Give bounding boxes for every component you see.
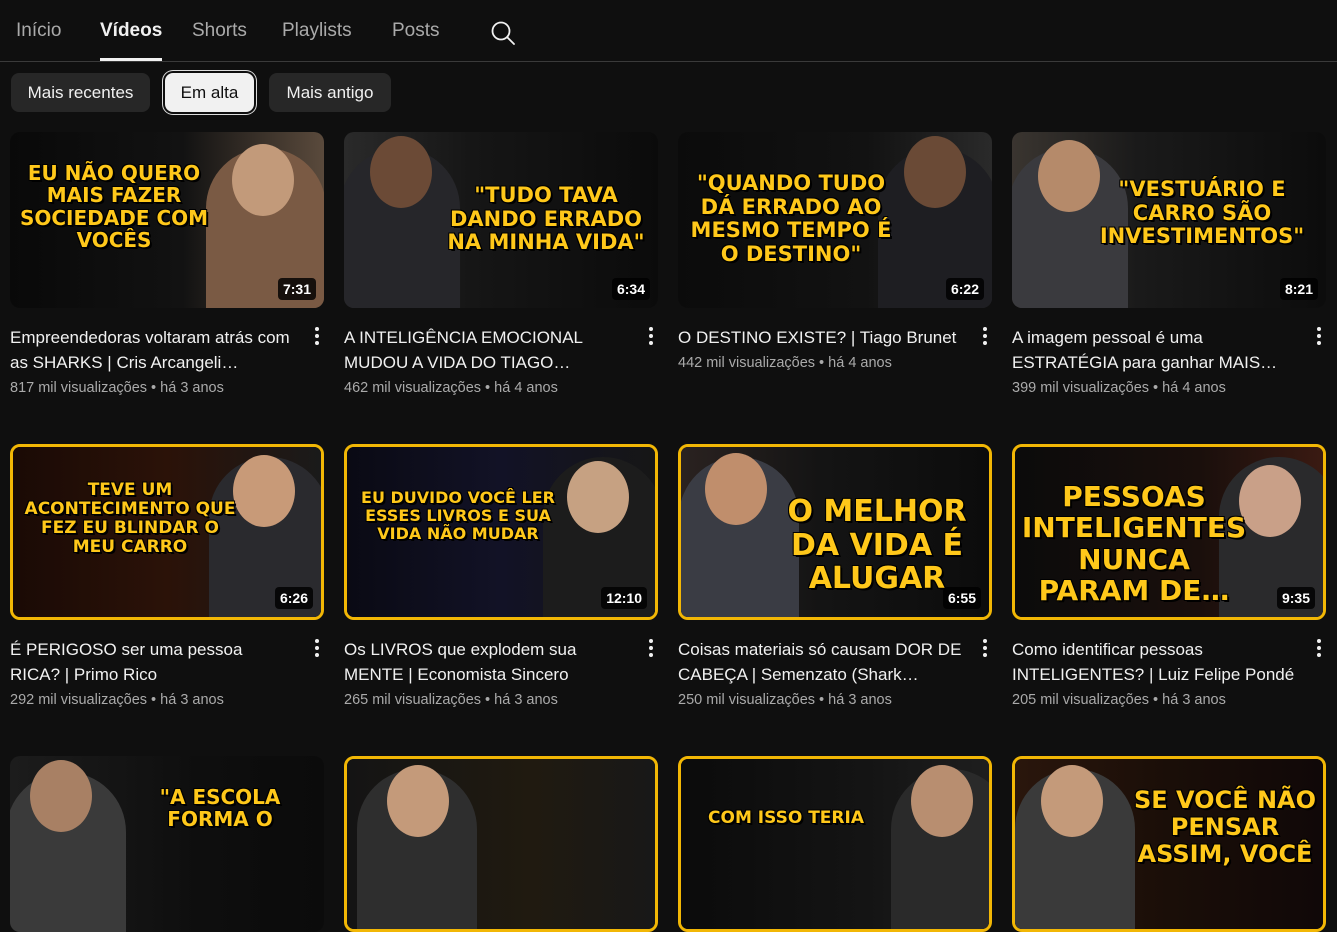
video-thumbnail[interactable]: PESSOAS INTELIGENTES NUNCA PARAM DE… 9:3…: [1012, 444, 1326, 620]
video-card[interactable]: [344, 756, 658, 932]
video-stats: 817 mil visualizações • há 3 anos: [10, 380, 224, 396]
thumbnail-caption: O MELHOR DA VIDA É ALUGAR: [787, 494, 967, 597]
video-thumbnail[interactable]: O MELHOR DA VIDA É ALUGAR 6:55: [678, 444, 992, 620]
video-card[interactable]: COM ISSO TERIA: [678, 756, 992, 932]
video-card[interactable]: "VESTUÁRIO E CARRO SÃO INVESTIMENTOS" 8:…: [1012, 132, 1326, 396]
view-count: 817 mil visualizações: [10, 380, 148, 396]
thumbnail-caption: EU DUVIDO VOCÊ LER ESSES LIVROS E SUA VI…: [361, 488, 555, 543]
active-tab-indicator: [100, 58, 162, 61]
video-thumbnail[interactable]: "VESTUÁRIO E CARRO SÃO INVESTIMENTOS" 8:…: [1012, 132, 1326, 308]
video-duration: 9:35: [1276, 587, 1315, 609]
filter-mais-recentes[interactable]: Mais recentes: [11, 73, 150, 112]
video-stats: 292 mil visualizações • há 3 anos: [10, 692, 224, 708]
video-title[interactable]: Empreendedoras voltaram atrás com as SHA…: [10, 325, 296, 375]
video-duration: 6:55: [942, 587, 981, 609]
video-stats: 462 mil visualizações • há 4 anos: [344, 380, 558, 396]
view-count: 292 mil visualizações: [10, 692, 148, 708]
video-stats: 250 mil visualizações • há 3 anos: [678, 692, 892, 708]
more-vert-icon[interactable]: [644, 325, 658, 349]
upload-age: há 3 anos: [494, 692, 558, 708]
thumbnail-caption: "QUANDO TUDO DÁ ERRADO AO MESMO TEMPO É …: [690, 171, 892, 266]
upload-age: há 3 anos: [160, 692, 224, 708]
video-title[interactable]: Coisas materiais só causam DOR DE CABEÇA…: [678, 637, 964, 687]
upload-age: há 4 anos: [828, 355, 892, 371]
channel-tabs: Início Vídeos Shorts Playlists Posts: [0, 0, 1337, 62]
filter-em-alta[interactable]: Em alta: [165, 73, 254, 112]
tab-posts[interactable]: Posts: [392, 20, 440, 42]
video-card[interactable]: "TUDO TAVA DANDO ERRADO NA MINHA VIDA" 6…: [344, 132, 658, 396]
video-card[interactable]: TEVE UM ACONTECIMENTO QUE FEZ EU BLINDAR…: [10, 444, 324, 708]
video-title[interactable]: O DESTINO EXISTE? | Tiago Brunet: [678, 325, 964, 350]
more-vert-icon[interactable]: [1312, 637, 1326, 661]
thumbnail-caption: PESSOAS INTELIGENTES NUNCA PARAM DE…: [1021, 480, 1247, 608]
more-vert-icon[interactable]: [978, 637, 992, 661]
video-card[interactable]: O MELHOR DA VIDA É ALUGAR 6:55 Coisas ma…: [678, 444, 992, 708]
more-vert-icon[interactable]: [310, 637, 324, 661]
more-vert-icon[interactable]: [978, 325, 992, 349]
video-thumbnail[interactable]: EU NÃO QUERO MAIS FAZER SOCIEDADE COM VO…: [10, 132, 324, 308]
video-duration: 8:21: [1279, 278, 1318, 300]
more-vert-icon[interactable]: [1312, 325, 1326, 349]
tab-playlists[interactable]: Playlists: [282, 20, 352, 42]
view-count: 250 mil visualizações: [678, 692, 816, 708]
thumbnail-caption: "TUDO TAVA DANDO ERRADO NA MINHA VIDA": [447, 183, 645, 255]
thumbnail-caption: "VESTUÁRIO E CARRO SÃO INVESTIMENTOS": [1099, 177, 1305, 249]
upload-age: há 3 anos: [160, 380, 224, 396]
thumbnail-caption: COM ISSO TERIA: [708, 808, 864, 828]
video-card[interactable]: "QUANDO TUDO DÁ ERRADO AO MESMO TEMPO É …: [678, 132, 992, 371]
video-thumbnail[interactable]: TEVE UM ACONTECIMENTO QUE FEZ EU BLINDAR…: [10, 444, 324, 620]
view-count: 462 mil visualizações: [344, 380, 482, 396]
filter-mais-antigo[interactable]: Mais antigo: [269, 73, 391, 112]
video-thumbnail[interactable]: "A ESCOLA FORMA O: [10, 756, 324, 932]
search-icon[interactable]: [490, 20, 516, 46]
video-card[interactable]: PESSOAS INTELIGENTES NUNCA PARAM DE… 9:3…: [1012, 444, 1326, 708]
thumbnail-caption: "A ESCOLA FORMA O: [159, 785, 281, 832]
view-count: 442 mil visualizações: [678, 355, 816, 371]
video-thumbnail[interactable]: EU DUVIDO VOCÊ LER ESSES LIVROS E SUA VI…: [344, 444, 658, 620]
video-duration: 6:22: [945, 278, 984, 300]
upload-age: há 3 anos: [1162, 692, 1226, 708]
video-thumbnail[interactable]: "TUDO TAVA DANDO ERRADO NA MINHA VIDA" 6…: [344, 132, 658, 308]
upload-age: há 4 anos: [1162, 380, 1226, 396]
video-stats: 205 mil visualizações • há 3 anos: [1012, 692, 1226, 708]
video-duration: 7:31: [277, 278, 316, 300]
video-title[interactable]: Como identificar pessoas INTELIGENTES? |…: [1012, 637, 1298, 687]
video-stats: 399 mil visualizações • há 4 anos: [1012, 380, 1226, 396]
video-card[interactable]: EU DUVIDO VOCÊ LER ESSES LIVROS E SUA VI…: [344, 444, 658, 708]
video-thumbnail[interactable]: [344, 756, 658, 932]
video-card[interactable]: "A ESCOLA FORMA O: [10, 756, 324, 932]
thumbnail-caption: EU NÃO QUERO MAIS FAZER SOCIEDADE COM VO…: [19, 161, 209, 253]
video-duration: 12:10: [601, 587, 647, 609]
video-card[interactable]: SE VOCÊ NÃO PENSAR ASSIM, VOCÊ: [1012, 756, 1326, 932]
video-thumbnail[interactable]: SE VOCÊ NÃO PENSAR ASSIM, VOCÊ: [1012, 756, 1326, 932]
video-thumbnail[interactable]: COM ISSO TERIA: [678, 756, 992, 932]
video-title[interactable]: A INTELIGÊNCIA EMOCIONAL MUDOU A VIDA DO…: [344, 325, 630, 375]
view-count: 265 mil visualizações: [344, 692, 482, 708]
tab-videos[interactable]: Vídeos: [100, 20, 162, 42]
video-title[interactable]: Os LIVROS que explodem sua MENTE | Econo…: [344, 637, 630, 687]
upload-age: há 3 anos: [828, 692, 892, 708]
more-vert-icon[interactable]: [310, 325, 324, 349]
video-duration: 6:26: [274, 587, 313, 609]
thumbnail-caption: SE VOCÊ NÃO PENSAR ASSIM, VOCÊ: [1133, 786, 1316, 868]
tab-inicio[interactable]: Início: [16, 20, 61, 42]
more-vert-icon[interactable]: [644, 637, 658, 661]
view-count: 399 mil visualizações: [1012, 380, 1150, 396]
view-count: 205 mil visualizações: [1012, 692, 1150, 708]
video-thumbnail[interactable]: "QUANDO TUDO DÁ ERRADO AO MESMO TEMPO É …: [678, 132, 992, 308]
video-card[interactable]: EU NÃO QUERO MAIS FAZER SOCIEDADE COM VO…: [10, 132, 324, 396]
video-stats: 265 mil visualizações • há 3 anos: [344, 692, 558, 708]
video-duration: 6:34: [611, 278, 650, 300]
video-title[interactable]: É PERIGOSO ser uma pessoa RICA? | Primo …: [10, 637, 296, 687]
video-title[interactable]: A imagem pessoal é uma ESTRATÉGIA para g…: [1012, 325, 1298, 375]
thumbnail-caption: TEVE UM ACONTECIMENTO QUE FEZ EU BLINDAR…: [24, 480, 236, 558]
tab-shorts[interactable]: Shorts: [192, 20, 247, 42]
video-stats: 442 mil visualizações • há 4 anos: [678, 355, 892, 371]
upload-age: há 4 anos: [494, 380, 558, 396]
